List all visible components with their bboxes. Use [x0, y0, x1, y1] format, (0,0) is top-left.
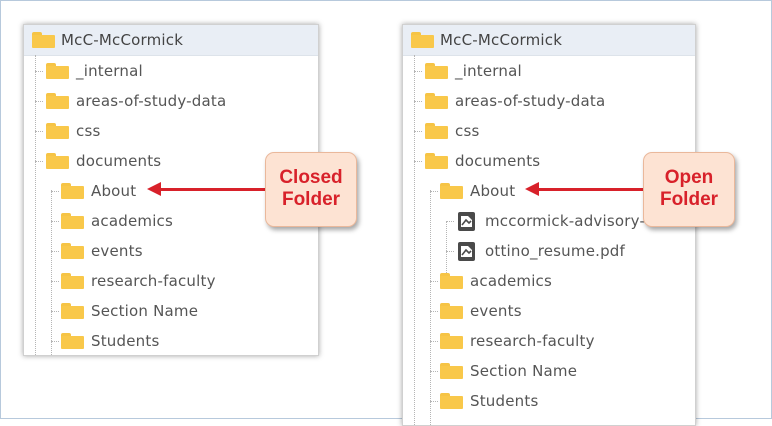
folder-icon — [440, 393, 463, 409]
tree-item-internal[interactable]: _internal — [24, 56, 318, 86]
tree-item-label: _internal — [455, 62, 522, 80]
folder-icon — [440, 183, 463, 199]
folder-icon — [46, 93, 69, 109]
callout-line: Folder — [659, 189, 719, 210]
tree-item-label: areas-of-study-data — [455, 92, 606, 110]
callout-arrow-closed — [160, 188, 266, 191]
callout-arrow-open — [538, 188, 645, 191]
folder-icon — [61, 303, 84, 319]
tree-item-internal[interactable]: _internal — [403, 56, 695, 86]
folder-icon — [32, 32, 55, 48]
tree-item-research-faculty[interactable]: research-faculty — [24, 266, 318, 296]
tree-root-label: McC-McCormick — [61, 31, 184, 49]
folder-icon — [61, 243, 84, 259]
tree-item-label: academics — [470, 272, 553, 290]
folder-icon — [440, 303, 463, 319]
tree-item-section-name[interactable]: Section Name — [403, 356, 695, 386]
folder-icon — [46, 63, 69, 79]
tree-item-label: About — [470, 182, 516, 200]
folder-icon — [440, 363, 463, 379]
tree-item-label: mccormick-advisory- — [485, 212, 646, 230]
folder-icon — [61, 213, 84, 229]
callout-closed-folder: Closed Folder — [265, 152, 357, 227]
tree-item-label: css — [76, 122, 101, 140]
tree-item-label: Section Name — [91, 302, 199, 320]
tree-item-css[interactable]: css — [24, 116, 318, 146]
tree-item-label: documents — [455, 152, 541, 170]
arrow-head-closed — [147, 182, 161, 196]
callout-line: Closed — [279, 167, 343, 188]
tree-item-label: research-faculty — [91, 272, 216, 290]
tree-item-events[interactable]: events — [24, 236, 318, 266]
tree-item-label: Section Name — [470, 362, 578, 380]
folder-icon — [440, 333, 463, 349]
folder-icon — [61, 333, 84, 349]
callout-open-folder: Open Folder — [643, 152, 735, 227]
tree-item-events[interactable]: events — [403, 296, 695, 326]
folder-icon — [440, 273, 463, 289]
folder-icon — [425, 123, 448, 139]
folder-icon — [61, 273, 84, 289]
tree-item-label: areas-of-study-data — [76, 92, 227, 110]
tree-item-areas-of-study-data[interactable]: areas-of-study-data — [403, 86, 695, 116]
folder-icon — [46, 153, 69, 169]
tree-item-label: About — [91, 182, 137, 200]
folder-icon — [46, 123, 69, 139]
tree-item-label: css — [455, 122, 480, 140]
folder-icon — [425, 63, 448, 79]
tree-item-label: events — [91, 242, 143, 260]
folder-icon — [61, 183, 84, 199]
tree-item-label: research-faculty — [470, 332, 595, 350]
tree-item-css[interactable]: css — [403, 116, 695, 146]
pdf-file-icon — [458, 212, 475, 231]
callout-line: Open — [664, 167, 714, 188]
tree-item-label: ottino_resume.pdf — [485, 242, 626, 260]
folder-icon — [425, 153, 448, 169]
tree-item-label: documents — [76, 152, 162, 170]
callout-line: Folder — [281, 189, 341, 210]
folder-icon — [411, 32, 434, 48]
tree-item-label: academics — [91, 212, 174, 230]
tree-item-section-name[interactable]: Section Name — [24, 296, 318, 326]
tree-item-students[interactable]: Students — [403, 386, 695, 416]
tree-item-label: _internal — [76, 62, 143, 80]
tree-root-label: McC-McCormick — [440, 31, 563, 49]
tree-item-students[interactable]: Students — [24, 326, 318, 355]
tree-item-areas-of-study-data[interactable]: areas-of-study-data — [24, 86, 318, 116]
tree-item-research-faculty[interactable]: research-faculty — [403, 326, 695, 356]
tree-root-row[interactable]: McC-McCormick — [24, 25, 318, 56]
tree-item-label: Students — [470, 392, 539, 410]
tree-root-row[interactable]: McC-McCormick — [403, 25, 695, 56]
tree-item-ottino-resume[interactable]: ottino_resume.pdf — [403, 236, 695, 266]
tree-item-academics[interactable]: academics — [403, 266, 695, 296]
tree-item-label: Students — [91, 332, 160, 350]
tree-item-label: events — [470, 302, 522, 320]
pdf-file-icon — [458, 242, 475, 261]
folder-icon — [425, 93, 448, 109]
arrow-head-open — [525, 182, 539, 196]
